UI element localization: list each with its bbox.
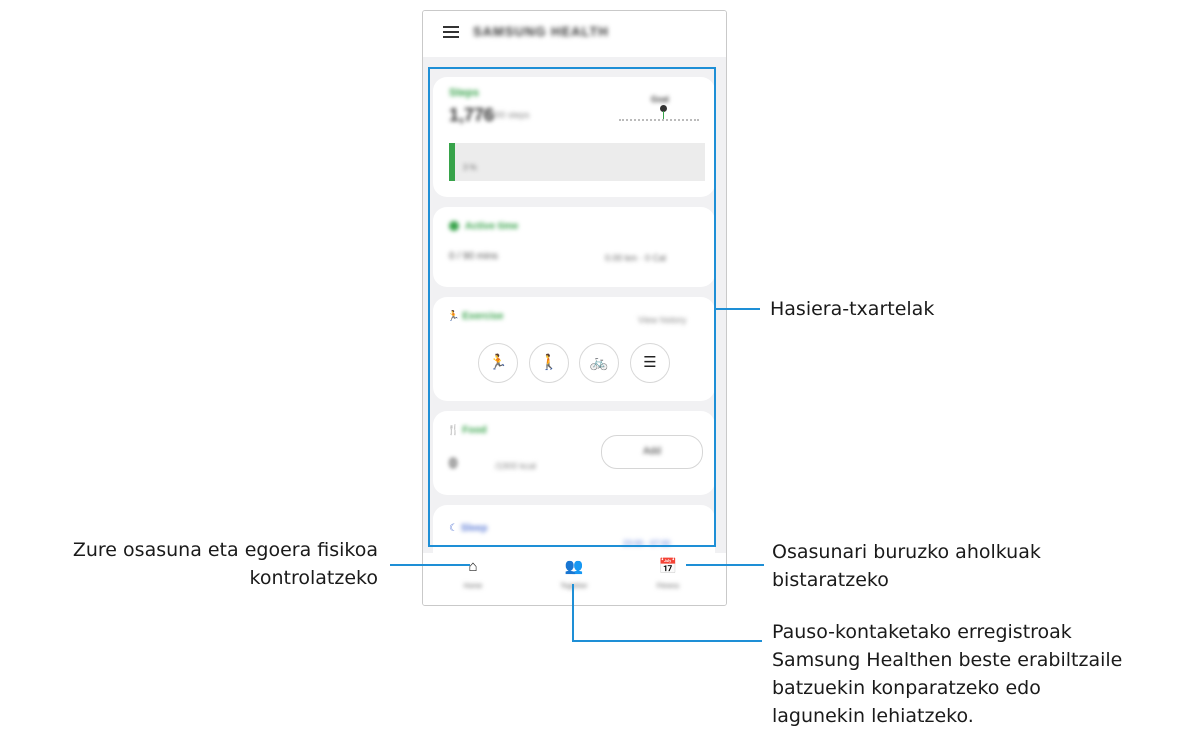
callout-line-home-tab xyxy=(390,564,470,566)
callout-home-tab: Zure osasuna eta egoera fisikoa kontrola… xyxy=(72,539,378,589)
callout-line-together-v xyxy=(572,584,574,642)
tab-fitness[interactable]: 📅 Fitness xyxy=(628,557,708,590)
top-app-bar: SAMSUNG HEALTH xyxy=(423,11,726,57)
home-icon: ⌂ xyxy=(468,558,478,575)
app-title: SAMSUNG HEALTH xyxy=(473,24,609,39)
bottom-navigation: ⌂ Home 👥 Together 📅 Fitness xyxy=(423,553,726,605)
tab-home[interactable]: ⌂ Home xyxy=(433,557,513,590)
callout-home-cards: Hasiera-txartelak xyxy=(770,298,935,320)
callout-fitness: Osasunari buruzko aholkuak bistaratzeko xyxy=(772,541,1041,591)
tab-together[interactable]: 👥 Together xyxy=(534,557,614,590)
people-icon: 👥 xyxy=(564,558,584,575)
callout-line-fitness xyxy=(686,564,764,566)
callout-line-home-cards xyxy=(716,308,760,310)
home-cards-highlight xyxy=(428,67,716,547)
calendar-play-icon: 📅 xyxy=(658,558,678,575)
menu-icon[interactable] xyxy=(443,26,459,40)
callout-line-together-h xyxy=(572,640,762,642)
callout-together: Pauso-kontaketako erregistroak Samsung H… xyxy=(772,621,1123,727)
